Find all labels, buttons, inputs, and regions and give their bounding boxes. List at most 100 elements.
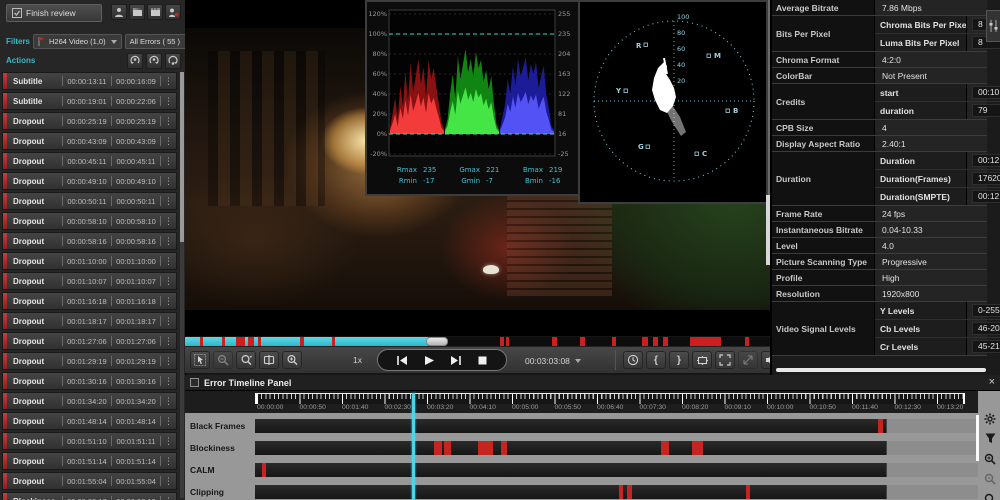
- assign-forward-icon[interactable]: [165, 52, 181, 69]
- track-lane[interactable]: [255, 419, 978, 433]
- row-menu-icon[interactable]: ⋮: [164, 156, 173, 166]
- row-menu-icon[interactable]: ⋮: [164, 496, 173, 500]
- row-menu-icon[interactable]: ⋮: [164, 316, 173, 326]
- error-list-scrollbar[interactable]: [180, 72, 184, 498]
- row-menu-icon[interactable]: ⋮: [164, 196, 173, 206]
- zoom-out-icon[interactable]: [983, 471, 998, 486]
- row-menu-icon[interactable]: ⋮: [164, 296, 173, 306]
- select-tool-icon[interactable]: [190, 351, 210, 369]
- error-row[interactable]: Dropout 00:01:51:10 00:01:51:11 ⋮: [2, 432, 177, 450]
- error-row[interactable]: Dropout 00:01:18:17 00:01:18:17 ⋮: [2, 312, 177, 330]
- fit-frame-icon[interactable]: [692, 351, 712, 369]
- error-event-mark[interactable]: [434, 441, 443, 455]
- marker-tool-icon[interactable]: [259, 351, 279, 369]
- seek-handle[interactable]: [425, 337, 448, 346]
- error-event-mark[interactable]: [661, 441, 670, 455]
- row-menu-icon[interactable]: ⋮: [164, 116, 173, 126]
- row-menu-icon[interactable]: ⋮: [164, 396, 173, 406]
- histogram-overlay-panel[interactable]: 120% 100% 80% 60% 40% 20% 0% -20% 255 235 204…: [365, 0, 582, 196]
- error-row[interactable]: Dropout 00:00:58:16 00:00:58:16 ⋮: [2, 232, 177, 250]
- scrollbar-thumb[interactable]: [180, 72, 184, 242]
- row-menu-icon[interactable]: ⋮: [164, 256, 173, 266]
- zoom-out-tool-icon[interactable]: [213, 351, 233, 369]
- error-row[interactable]: Dropout 00:01:27:06 00:01:27:06 ⋮: [2, 332, 177, 350]
- error-row[interactable]: Dropout 00:00:50:11 00:00:50:11 ⋮: [2, 192, 177, 210]
- row-menu-icon[interactable]: ⋮: [164, 476, 173, 486]
- gear-icon[interactable]: [983, 411, 998, 426]
- error-row[interactable]: Subtitle 00:00:13:11 00:00:16:09 ⋮: [2, 72, 177, 90]
- error-row[interactable]: Dropout 00:01:30:16 00:01:30:16 ⋮: [2, 372, 177, 390]
- stop-button[interactable]: [475, 354, 491, 366]
- error-event-mark[interactable]: [745, 485, 750, 499]
- assign-user-icon[interactable]: [146, 52, 162, 69]
- vectorscope-overlay-panel[interactable]: 100 80 60 40 20 R M Y B G C: [578, 0, 768, 204]
- row-menu-icon[interactable]: ⋮: [164, 236, 173, 246]
- zoom-in-tool-icon[interactable]: [282, 351, 302, 369]
- user-flag-icon[interactable]: [165, 4, 181, 20]
- error-row[interactable]: Dropout 00:00:58:10 00:00:58:10 ⋮: [2, 212, 177, 230]
- row-menu-icon[interactable]: ⋮: [164, 456, 173, 466]
- timecode-display[interactable]: 00:03:03:08: [519, 355, 587, 367]
- clock-icon[interactable]: [623, 351, 643, 369]
- error-event-mark[interactable]: [261, 463, 266, 477]
- finish-review-button[interactable]: Finish review: [6, 4, 102, 22]
- codec-filter-select[interactable]: H264 Video (1,0): [33, 34, 122, 49]
- play-button[interactable]: [421, 354, 437, 366]
- error-event-mark[interactable]: [477, 441, 493, 455]
- error-row[interactable]: Subtitle 00:00:19:01 00:00:22:06 ⋮: [2, 92, 177, 110]
- error-row[interactable]: Dropout 00:01:16:18 00:01:16:18 ⋮: [2, 292, 177, 310]
- error-row[interactable]: Dropout 00:01:34:20 00:01:34:20 ⋮: [2, 392, 177, 410]
- mark-in-icon[interactable]: {: [646, 351, 666, 369]
- error-row[interactable]: Dropout 00:01:48:14 00:01:48:14 ⋮: [2, 412, 177, 430]
- error-row[interactable]: Dropout 00:00:45:11 00:00:45:11 ⋮: [2, 152, 177, 170]
- panel-settings-tab[interactable]: [986, 10, 1000, 42]
- row-menu-icon[interactable]: ⋮: [164, 336, 173, 346]
- error-event-mark[interactable]: [500, 441, 508, 455]
- clapperboard-icon[interactable]: [129, 4, 145, 20]
- error-row[interactable]: Dropout 00:01:10:07 00:01:10:07 ⋮: [2, 272, 177, 290]
- close-icon[interactable]: ×: [989, 376, 995, 388]
- seek-bar[interactable]: [185, 337, 770, 346]
- error-event-mark[interactable]: [626, 485, 632, 499]
- track-lane[interactable]: [255, 463, 978, 477]
- timeline-scrollbar[interactable]: [976, 415, 979, 461]
- error-row[interactable]: Dropout 00:01:10:00 00:01:10:00 ⋮: [2, 252, 177, 270]
- error-event-mark[interactable]: [619, 485, 623, 499]
- error-event-mark[interactable]: [692, 441, 703, 455]
- timeline-header[interactable]: Error Timeline Panel ×: [185, 375, 1000, 391]
- error-row[interactable]: Blockiness 00:03:29:17 00:03:33:19 ⋮: [2, 492, 177, 500]
- error-event-mark[interactable]: [878, 419, 884, 433]
- next-frame-button[interactable]: [448, 354, 464, 366]
- clapperboard-alt-icon[interactable]: [147, 4, 163, 20]
- error-row[interactable]: Dropout 00:01:51:14 00:01:51:14 ⋮: [2, 452, 177, 470]
- zoom-in-icon[interactable]: [983, 451, 998, 466]
- assign-back-icon[interactable]: [127, 52, 143, 69]
- resize-icon[interactable]: [738, 351, 758, 369]
- presenter-icon[interactable]: [111, 4, 127, 20]
- timeline-ruler[interactable]: [255, 393, 965, 404]
- error-row[interactable]: Dropout 00:00:43:09 00:00:43:09 ⋮: [2, 132, 177, 150]
- row-menu-icon[interactable]: ⋮: [164, 416, 173, 426]
- row-menu-icon[interactable]: ⋮: [164, 436, 173, 446]
- row-menu-icon[interactable]: ⋮: [164, 96, 173, 106]
- error-row[interactable]: Dropout 00:01:55:04 00:01:55:04 ⋮: [2, 472, 177, 490]
- error-event-mark[interactable]: [444, 441, 451, 455]
- row-menu-icon[interactable]: ⋮: [164, 216, 173, 226]
- panel-splitter[interactable]: [766, 195, 770, 265]
- filter-icon[interactable]: [983, 431, 998, 446]
- fullscreen-icon[interactable]: [715, 351, 735, 369]
- zoom-region-tool-icon[interactable]: [236, 351, 256, 369]
- row-menu-icon[interactable]: ⋮: [164, 176, 173, 186]
- row-menu-icon[interactable]: ⋮: [164, 76, 173, 86]
- error-row[interactable]: Dropout 00:00:25:19 00:00:25:19 ⋮: [2, 112, 177, 130]
- metadata-hscrollbar[interactable]: [776, 368, 986, 372]
- row-menu-icon[interactable]: ⋮: [164, 276, 173, 286]
- zoom-reset-icon[interactable]: [983, 491, 998, 500]
- error-row[interactable]: Dropout 00:00:49:10 00:00:49:10 ⋮: [2, 172, 177, 190]
- row-menu-icon[interactable]: ⋮: [164, 376, 173, 386]
- row-menu-icon[interactable]: ⋮: [164, 136, 173, 146]
- error-row[interactable]: Dropout 00:01:29:19 00:01:29:19 ⋮: [2, 352, 177, 370]
- mark-out-icon[interactable]: }: [669, 351, 689, 369]
- previous-frame-button[interactable]: [394, 354, 410, 366]
- row-menu-icon[interactable]: ⋮: [164, 356, 173, 366]
